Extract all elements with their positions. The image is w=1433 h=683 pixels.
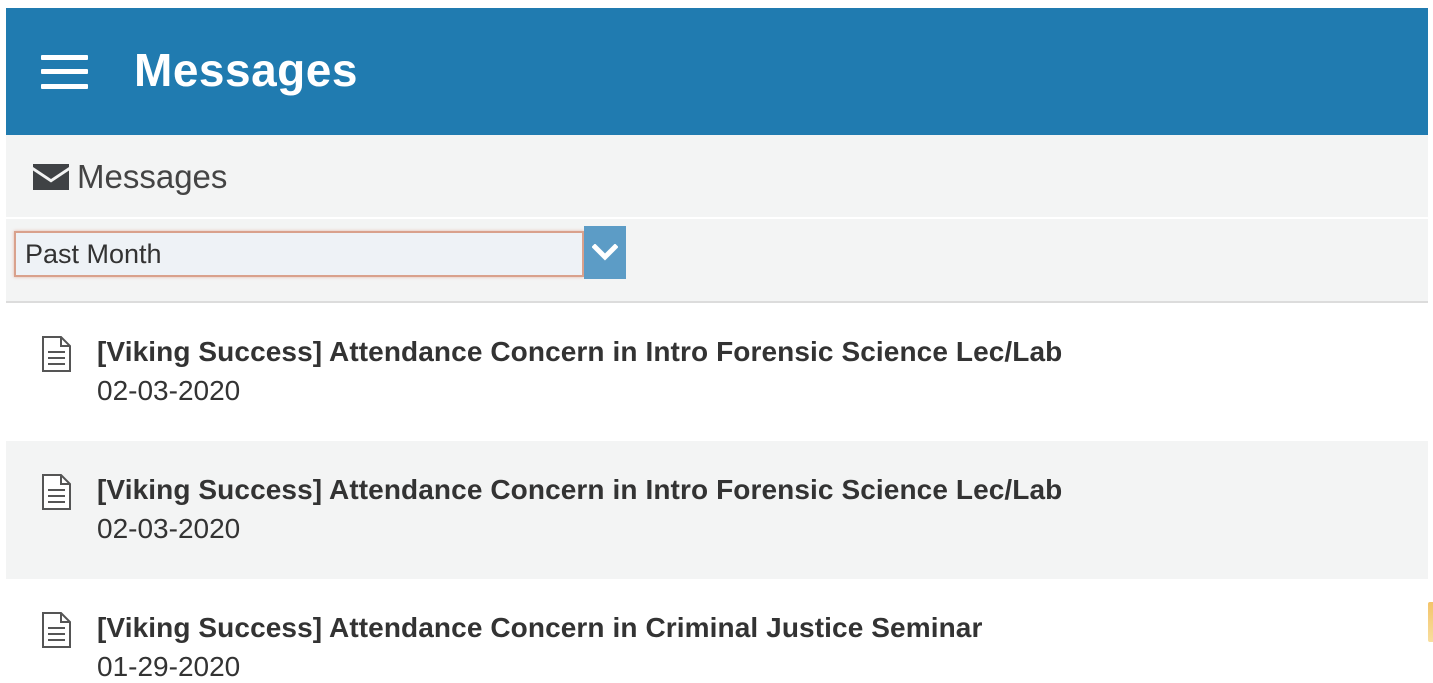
- partial-edge-element: [1428, 602, 1433, 642]
- message-item[interactable]: [Viking Success] Attendance Concern in I…: [6, 303, 1428, 441]
- section-header: Messages: [6, 135, 1428, 219]
- document-icon: [42, 336, 71, 372]
- message-subject[interactable]: [Viking Success] Attendance Concern in C…: [97, 612, 982, 644]
- message-date: 02-03-2020: [97, 513, 241, 544]
- document-icon: [42, 474, 71, 510]
- app-header: Messages: [6, 8, 1428, 135]
- app-frame: Messages Messages Past Month [Viking Suc…: [6, 8, 1428, 683]
- date-range-select[interactable]: Past Month: [14, 231, 584, 277]
- message-item[interactable]: [Viking Success] Attendance Concern in C…: [6, 579, 1428, 683]
- menu-icon-bar: [41, 69, 88, 74]
- document-icon: [42, 612, 71, 648]
- date-range-selected-value: Past Month: [25, 238, 162, 269]
- message-subject[interactable]: [Viking Success] Attendance Concern in I…: [97, 336, 1062, 368]
- page-title: Messages: [134, 44, 358, 96]
- message-subject[interactable]: [Viking Success] Attendance Concern in I…: [97, 474, 1062, 506]
- section-title: Messages: [77, 157, 228, 195]
- chevron-down-icon: [592, 243, 618, 261]
- message-date: 02-03-2020: [97, 375, 241, 406]
- menu-icon-bar: [41, 83, 88, 89]
- filter-bar: Past Month: [6, 219, 1428, 303]
- menu-icon-bar: [41, 54, 88, 60]
- message-date: 01-29-2020: [97, 651, 241, 682]
- message-list: [Viking Success] Attendance Concern in I…: [6, 303, 1428, 683]
- hamburger-menu-button[interactable]: [41, 54, 89, 89]
- envelope-icon: [33, 164, 69, 190]
- date-range-dropdown-button[interactable]: [584, 226, 626, 279]
- message-item[interactable]: [Viking Success] Attendance Concern in I…: [6, 441, 1428, 579]
